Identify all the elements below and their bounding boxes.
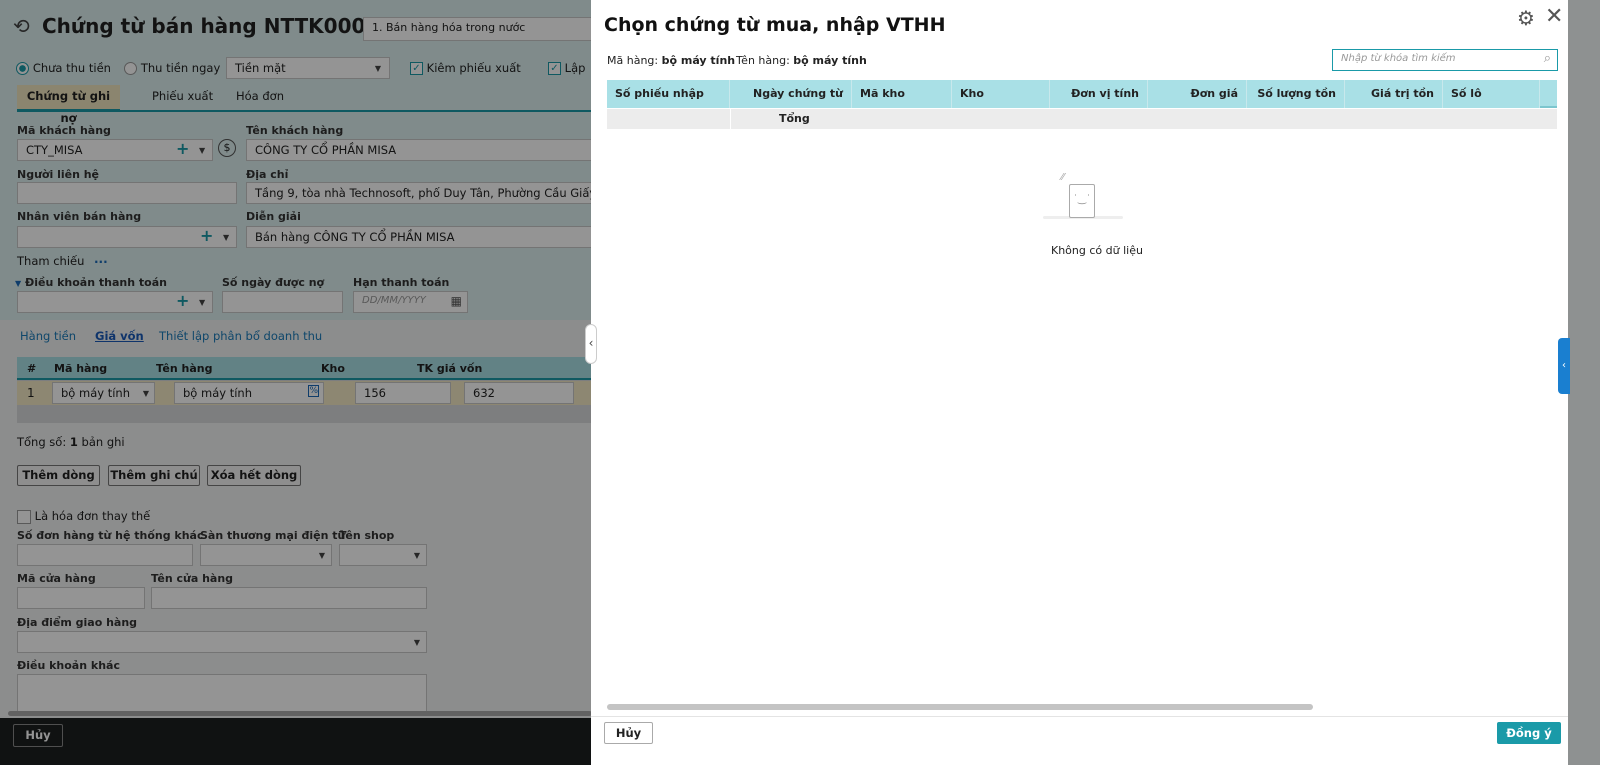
item-code-info: Mã hàng: bộ máy tính: [607, 54, 735, 67]
item-code-value: bộ máy tính: [661, 54, 736, 67]
col-stock-qty[interactable]: Số lượng tồn: [1247, 80, 1345, 108]
dialog-horizontal-scrollbar[interactable]: [607, 704, 1313, 710]
select-purchase-voucher-dialog: Chọn chứng từ mua, nhập VTHH ⚙ ✕ Mã hàng…: [591, 0, 1568, 765]
item-name-value: bộ máy tính: [793, 54, 867, 67]
dialog-cancel-button[interactable]: Hủy: [604, 722, 653, 744]
settings-gear-icon[interactable]: ⚙: [1517, 6, 1535, 30]
dialog-title: Chọn chứng từ mua, nhập VTHH: [604, 14, 946, 36]
side-expand-tab[interactable]: ‹: [1558, 338, 1570, 394]
item-name-info: Tên hàng: bộ máy tính: [736, 54, 867, 67]
col-voucher-date[interactable]: Ngày chứng từ: [730, 80, 852, 108]
col-unit-price[interactable]: Đơn giá: [1148, 80, 1247, 108]
search-input[interactable]: Nhập từ khóa tìm kiếm ⌕: [1332, 49, 1558, 71]
panel-collapse-handle[interactable]: ‹: [585, 324, 597, 364]
total-label: Tổng: [779, 112, 810, 125]
col-receipt-no[interactable]: Số phiếu nhập: [607, 80, 730, 108]
item-name-label: Tên hàng:: [736, 54, 790, 67]
confirm-button[interactable]: Đồng ý: [1497, 722, 1561, 744]
empty-document-icon: ˙‿˙ ⁄⁄: [1043, 172, 1123, 232]
right-edge-area: [1568, 0, 1600, 765]
col-warehouse[interactable]: Kho: [952, 80, 1050, 108]
search-placeholder: Nhập từ khóa tìm kiếm: [1341, 53, 1456, 64]
search-icon[interactable]: ⌕: [1544, 51, 1551, 66]
total-row: Tổng: [607, 109, 1557, 129]
col-stock-value[interactable]: Giá trị tồn: [1345, 80, 1443, 108]
col-lot-no[interactable]: Số lô: [1443, 80, 1540, 108]
close-icon[interactable]: ✕: [1545, 4, 1563, 29]
col-warehouse-code[interactable]: Mã kho: [852, 80, 952, 108]
item-code-label: Mã hàng:: [607, 54, 659, 67]
col-unit[interactable]: Đơn vị tính: [1050, 80, 1148, 108]
modal-overlay[interactable]: [0, 0, 592, 765]
empty-text: Không có dữ liệu: [1051, 244, 1143, 257]
